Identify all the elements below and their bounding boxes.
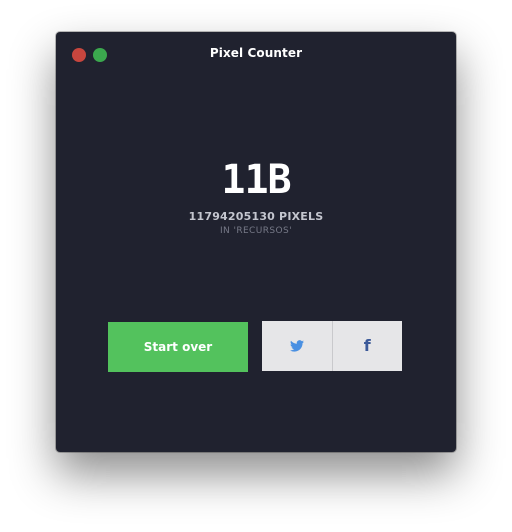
app-window: Pixel Counter 11B 11794205130 PIXELS IN … [56,32,456,452]
start-over-button[interactable]: Start over [108,322,248,372]
folder-name: IN 'RECURSOS' [220,226,292,236]
facebook-icon: f [363,336,371,355]
pixel-count-abbrev: 11B [221,157,291,203]
share-buttons: f [262,321,402,371]
pixel-count-full: 11794205130 PIXELS [188,210,324,223]
twitter-icon [289,337,304,356]
share-twitter-button[interactable] [262,321,332,371]
window-title: Pixel Counter [209,46,303,60]
share-facebook-button[interactable]: f [331,321,403,371]
title-bar[interactable]: Pixel Counter [56,32,456,76]
